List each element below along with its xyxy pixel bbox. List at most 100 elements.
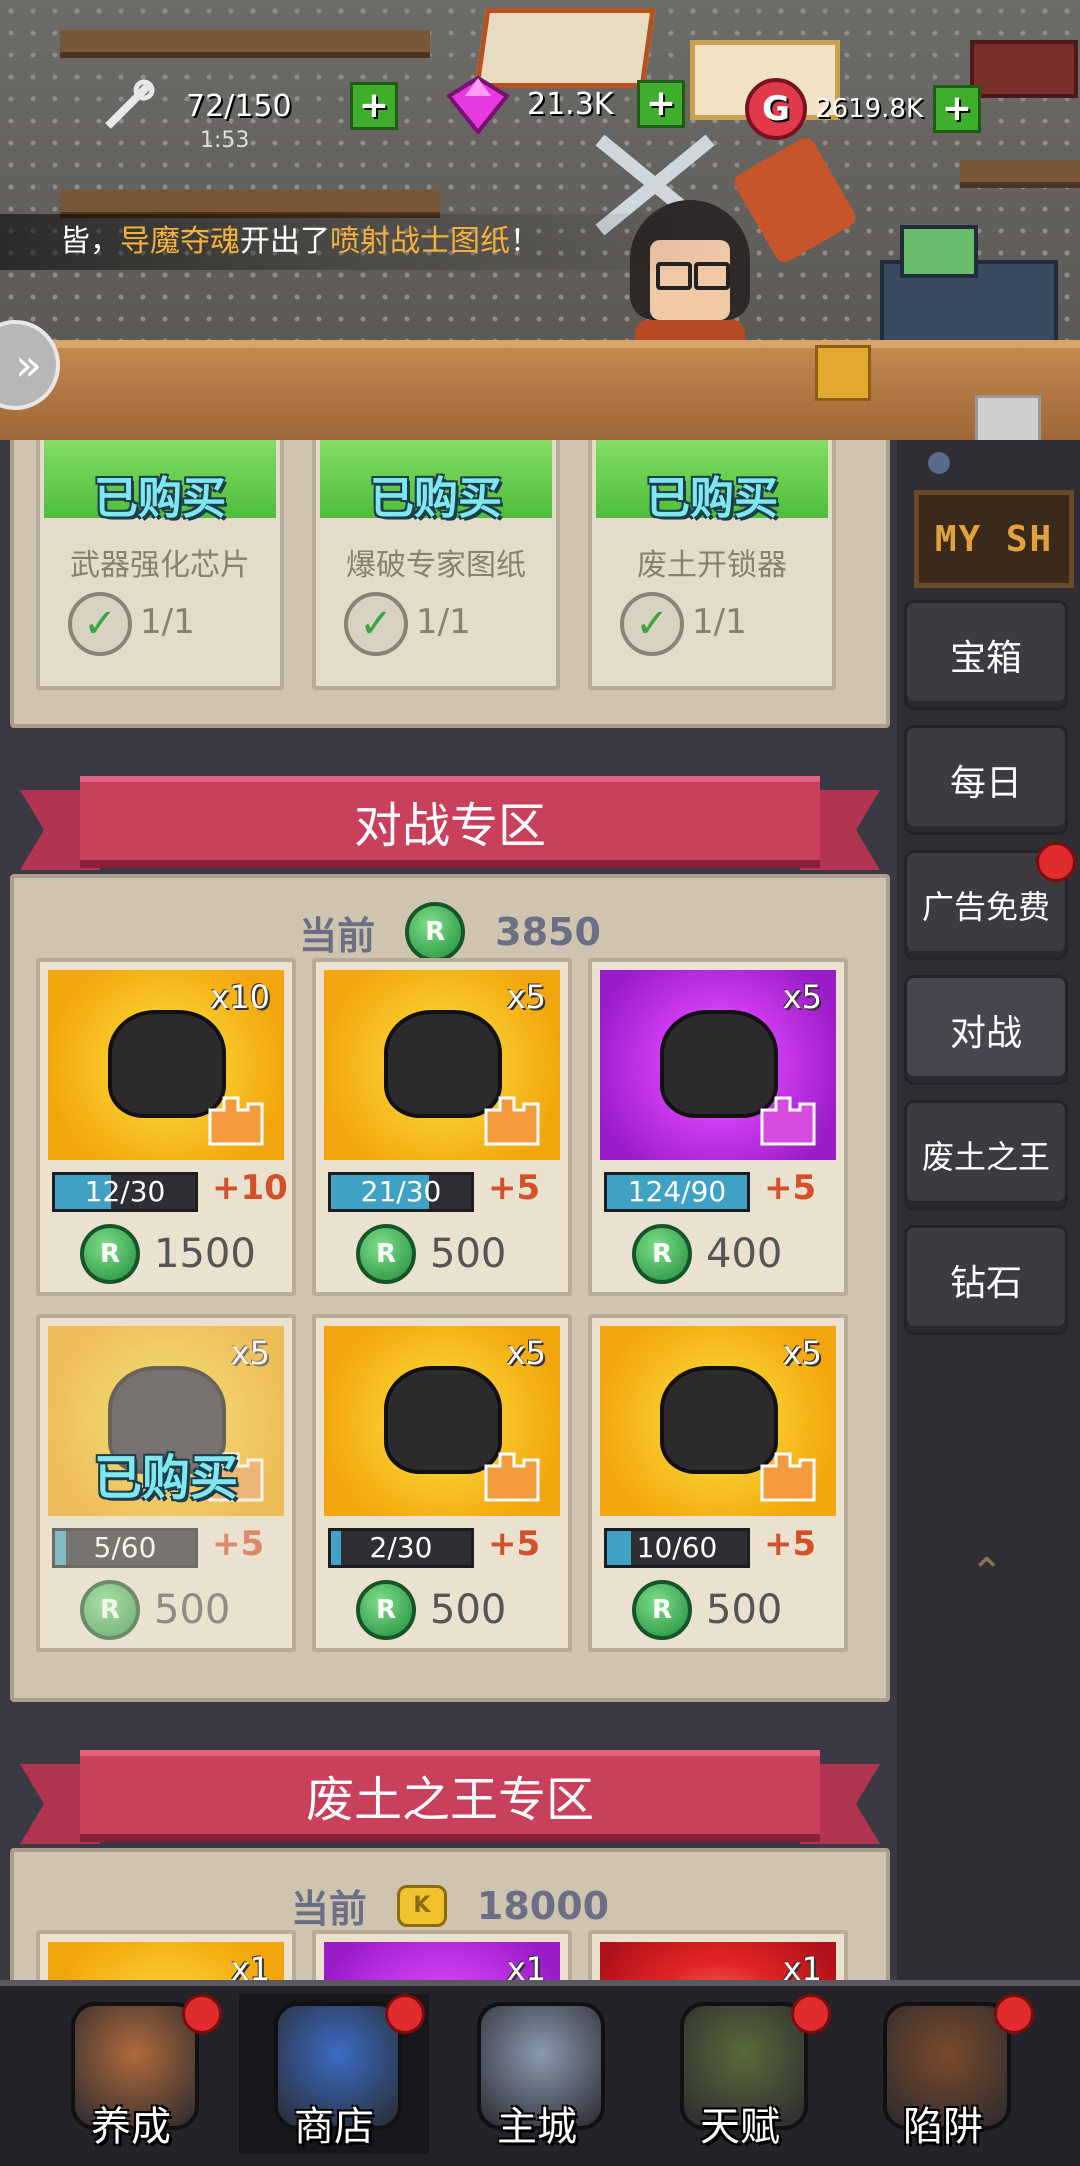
tab-label: 养成 [91,2104,171,2150]
add-energy-button[interactable]: + [350,82,398,130]
battle-coin-icon: R [80,1580,140,1640]
battle-item-card[interactable]: x5 已购买 5/60 +5 R 500 [36,1314,296,1652]
progress-text: 10/60 [636,1531,718,1564]
battle-panel: 当前 R 3850 x10 12/30 +10 R 1500 x5 21/30 +5 R 500 x… [10,874,890,1702]
register-display [900,225,978,278]
progress-fill [331,1531,341,1565]
check-icon: ✓ [620,592,684,656]
notes-icon[interactable] [975,395,1041,440]
item-name: 武器强化芯片 [70,548,250,583]
price-button[interactable]: R 500 [80,1580,230,1640]
king-currency-row: 当前 K 18000 [14,1878,886,1933]
battle-item-card[interactable]: x5 10/60 +5 R 500 [588,1314,848,1652]
tab-label: 商店 [294,2104,374,2150]
shop-scene: 72/150 + 1:53 21.3K + G 2619.8K + 皆，导魔夺魂… [0,0,1080,440]
add-gems-button[interactable]: + [637,80,685,128]
progress-text: 2/30 [369,1531,433,1564]
category-tab[interactable]: 宝箱 [904,600,1068,710]
price-value: 500 [430,1231,507,1277]
purchased-item-card[interactable]: 已购买 爆破专家图纸 ✓ 1/1 [312,440,560,690]
energy-stat: 72/150 + [100,78,398,134]
item-quantity: x5 [230,1334,270,1372]
bonus-amount: +5 [488,1168,541,1208]
ticker-text: 开出了 [240,224,330,259]
tab-trap[interactable]: 陷阱 [848,1994,1038,2154]
notification-badge [994,1994,1034,2034]
battle-section-title: 对战专区 [80,776,820,868]
battle-coin-icon: R [405,902,466,962]
price-value: 500 [154,1587,231,1633]
battle-item-card[interactable]: x5 124/90 +5 R 400 [588,958,848,1296]
tab-character[interactable]: 养成 [36,1994,226,2154]
shop-list[interactable]: 已购买 武器强化芯片 ✓ 1/1 已购买 爆破专家图纸 ✓ 1/1 已购买 废土开锁器 ✓ 1/1 对… [0,440,897,1980]
purchased-item-card[interactable]: 已购买武器强化芯片 ✓ 1/1 [36,440,284,690]
shard-icon [760,1096,816,1146]
item-quantity: x5 [782,978,822,1016]
notification-badge [182,1994,222,2034]
price-button[interactable]: R 1500 [80,1224,256,1284]
ticker-player-name: 导魔夺魂 [120,224,240,259]
category-tab-label: 钻石 [949,1263,1022,1304]
king-panel: 当前 K 18000 x1 x1 x1 [10,1848,890,1980]
ticker-prefix: 皆， [60,224,120,259]
purchased-panel: 已购买 武器强化芯片 ✓ 1/1 已购买 爆破专家图纸 ✓ 1/1 已购买 废土开锁器 ✓ 1/1 [10,440,890,728]
category-tab-label: 宝箱 [949,638,1022,679]
add-gold-button[interactable]: + [933,85,981,133]
notification-badge [791,1994,831,2034]
energy-value: 72/150 [186,88,292,124]
my-shop-sign: MY SH [914,490,1074,588]
king-item-card[interactable]: x1 [312,1930,572,1980]
king-item-card[interactable]: x1 [588,1930,848,1980]
price-button[interactable]: R 400 [632,1224,782,1284]
progress-text: 124/90 [627,1175,727,1208]
bonus-amount: +5 [764,1168,817,1208]
price-button[interactable]: R 500 [632,1580,782,1640]
battle-item-card[interactable]: x5 21/30 +5 R 500 [312,958,572,1296]
bonus-amount: +10 [212,1168,288,1208]
price-button[interactable]: R 500 [356,1224,506,1284]
shard-icon [484,1096,540,1146]
battle-item-card[interactable]: x10 12/30 +10 R 1500 [36,958,296,1296]
purchased-label: 已购买 [94,473,226,524]
check-icon: ✓ [68,592,132,656]
shard-progress-bar: 2/30 [328,1528,474,1568]
category-tab[interactable]: 每日 [904,725,1068,835]
battle-item-card[interactable]: x5 2/30 +5 R 500 [312,1314,572,1652]
purchased-item-card[interactable]: 已购买 废土开锁器 ✓ 1/1 [588,440,836,690]
item-image: x10 [48,970,284,1160]
tab-talent[interactable]: 天赋 [645,1994,835,2154]
tab-shop[interactable]: 商店 [239,1994,429,2154]
shard-progress-bar: 124/90 [604,1172,750,1212]
battle-currency-row: 当前 R 3850 [14,902,886,962]
progress-text: 21/30 [360,1175,442,1208]
item-quantity: x5 [506,978,546,1016]
sale-sign [970,40,1078,98]
category-tab[interactable]: 废土之王 [904,1100,1068,1210]
price-value: 1500 [154,1231,256,1277]
bonus-amount: +5 [764,1524,817,1564]
progress-text: 5/60 [93,1531,157,1564]
broadcast-ticker: 皆，导魔夺魂开出了喷射战士图纸！ [0,214,740,270]
item-quantity: x10 [210,978,270,1016]
battle-section-header: 对战专区 [20,776,880,870]
rivet-icon [928,452,950,474]
category-tab[interactable]: 钻石 [904,1225,1068,1335]
price-value: 400 [706,1231,783,1277]
gold-value: 2619.8K [815,94,924,124]
item-quantity: x1 [506,1950,546,1980]
tab-main-city[interactable]: 主城 [442,1994,632,2154]
progress-text: 12/30 [84,1175,166,1208]
king-item-card[interactable]: x1 [36,1930,296,1980]
purchased-label: 已购买 [370,473,502,524]
scroll-top-icon[interactable]: ⌃ [970,1550,1010,1610]
king-section-title: 废土之王专区 [80,1750,820,1842]
shard-progress-bar: 10/60 [604,1528,750,1568]
purchase-count: 1/1 [140,602,195,642]
shard-icon [484,1452,540,1502]
purchase-count: 1/1 [692,602,747,642]
price-button[interactable]: R 500 [356,1580,506,1640]
progress-fill [607,1531,631,1565]
check-icon: ✓ [344,592,408,656]
tab-label: 陷阱 [903,2104,983,2150]
category-tab[interactable]: 对战 [904,975,1068,1085]
